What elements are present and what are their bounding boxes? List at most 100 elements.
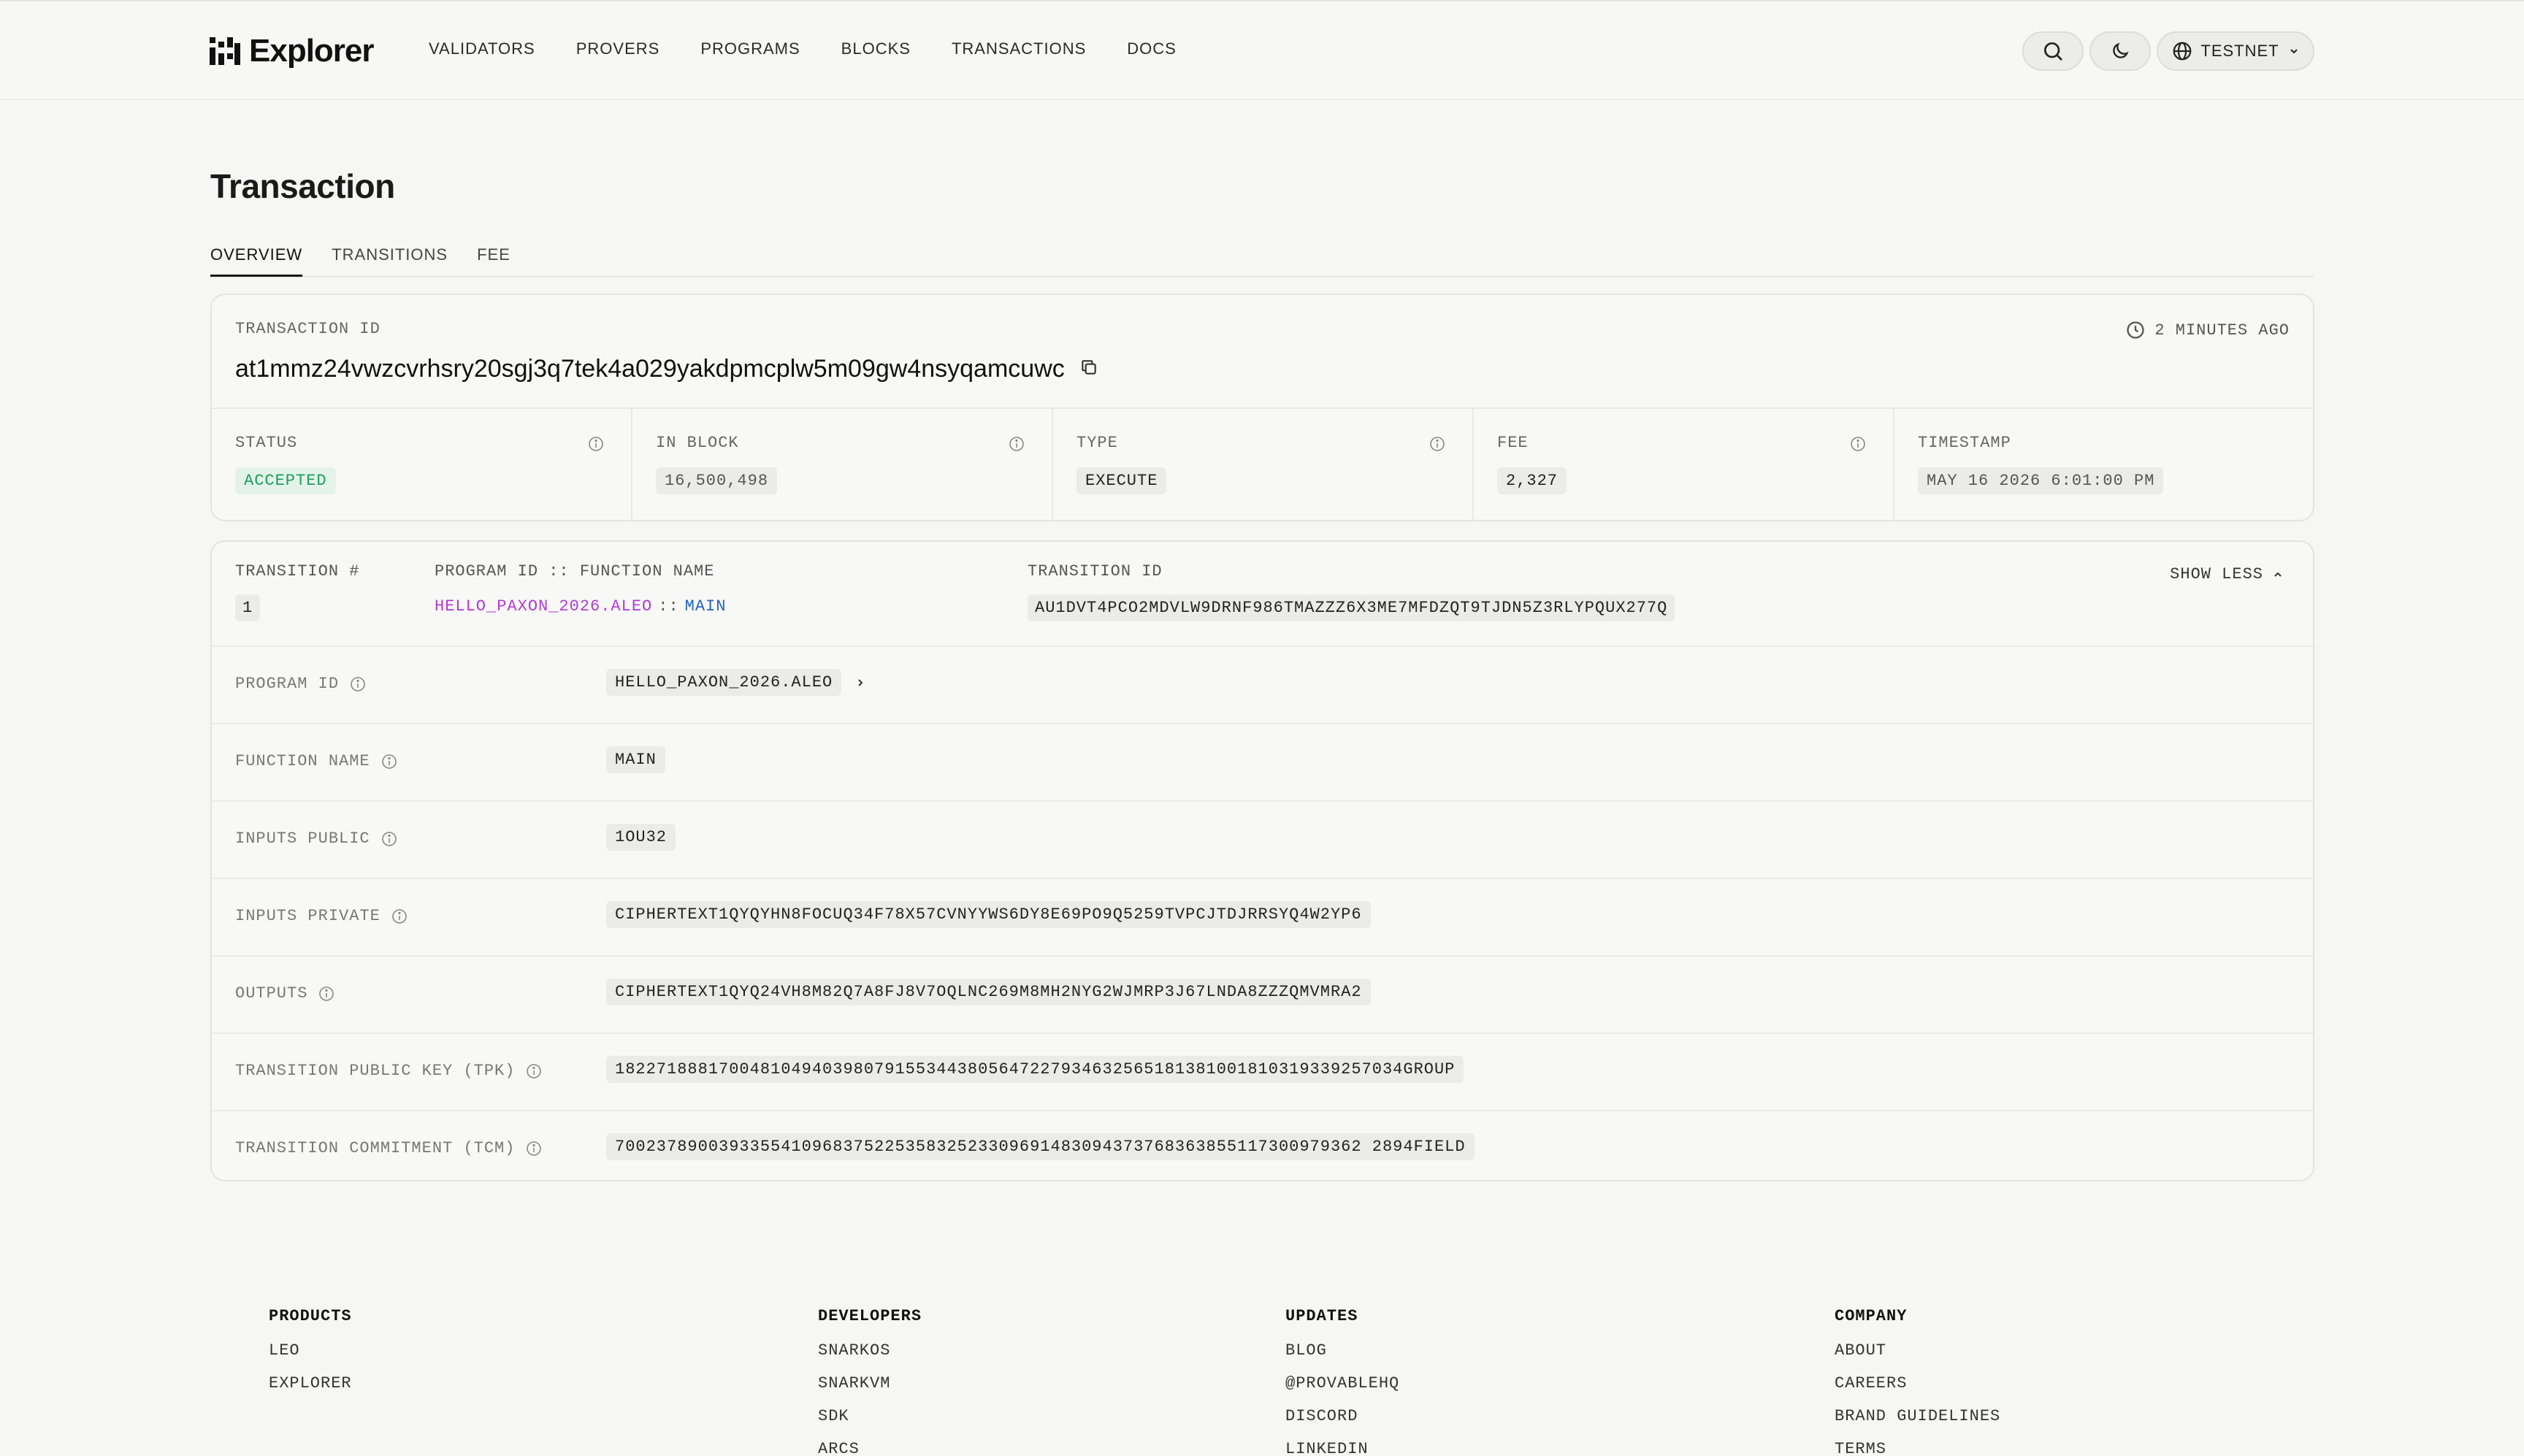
detail-value: CIPHERTEXT1QYQYHN8FOCUQ34F78X57CVNYYWS6D… bbox=[606, 901, 1371, 928]
footer-heading: UPDATES bbox=[1285, 1307, 1358, 1325]
footer-link[interactable]: SNARKVM bbox=[818, 1374, 922, 1392]
show-less-label: SHOW LESS bbox=[2170, 565, 2263, 583]
tab-overview[interactable]: OVERVIEW bbox=[210, 245, 303, 277]
stat-label: TYPE bbox=[1076, 434, 1118, 452]
detail-row-program-id: PROGRAM ID HELLO_PAXON_2026.ALEO bbox=[212, 647, 2313, 724]
detail-row-inputs-public: INPUTS PUBLIC 1OU32 bbox=[212, 802, 2313, 879]
chevron-up-icon bbox=[2274, 572, 2282, 577]
footer-link[interactable]: EXPLORER bbox=[269, 1374, 352, 1392]
type-badge: EXECUTE bbox=[1076, 467, 1167, 494]
info-icon[interactable] bbox=[349, 675, 367, 693]
detail-label: PROGRAM ID bbox=[235, 675, 367, 693]
transaction-summary-card: TRANSACTION ID at1mmz24vwzcvrhsry20sgj3q… bbox=[210, 294, 2314, 521]
footer-heading: COMPANY bbox=[1835, 1307, 1908, 1325]
search-icon bbox=[2044, 42, 2062, 61]
show-less-toggle[interactable]: SHOW LESS bbox=[2170, 565, 2284, 583]
detail-value: 7002378900393355410968375225358325233096… bbox=[606, 1133, 1475, 1160]
detail-label: TRANSITION PUBLIC KEY (TPK) bbox=[235, 1062, 543, 1080]
timestamp-value: MAY 16 2026 6:01:00 PM bbox=[1918, 467, 2164, 494]
moon-icon bbox=[2113, 42, 2129, 58]
footer-heading: DEVELOPERS bbox=[818, 1307, 922, 1325]
footer-column-company: COMPANY ABOUT CAREERS BRAND GUIDELINES T… bbox=[1835, 1307, 2000, 1456]
stat-label: FEE bbox=[1497, 434, 1529, 452]
info-icon[interactable] bbox=[380, 830, 398, 848]
nav-provers[interactable]: PROVERS bbox=[576, 39, 660, 58]
page-title: Transaction bbox=[210, 167, 395, 205]
stat-timestamp: TIMESTAMP MAY 16 2026 6:01:00 PM bbox=[1894, 409, 2313, 521]
detail-label-text: OUTPUTS bbox=[235, 984, 308, 1003]
detail-row-tpk: TRANSITION PUBLIC KEY (TPK) 182271888170… bbox=[212, 1034, 2313, 1111]
footer-link[interactable]: CAREERS bbox=[1835, 1374, 2000, 1392]
chevron-right-icon[interactable] bbox=[854, 677, 866, 689]
detail-row-tcm: TRANSITION COMMITMENT (TCM) 700237890039… bbox=[212, 1111, 2313, 1181]
footer-link[interactable]: ABOUT bbox=[1835, 1341, 2000, 1360]
block-height-link[interactable]: 16,500,498 bbox=[656, 467, 778, 494]
info-icon[interactable] bbox=[587, 435, 605, 453]
footer-column-products: PRODUCTS LEO EXPLORER bbox=[269, 1307, 352, 1407]
transaction-id-value: at1mmz24vwzcvrhsry20sgj3q7tek4a029yakdpm… bbox=[235, 355, 1065, 383]
explorer-logo[interactable]: Explorer bbox=[210, 33, 375, 69]
time-ago: 2 MINUTES AGO bbox=[2125, 320, 2290, 340]
detail-row-function-name: FUNCTION NAME MAIN bbox=[212, 724, 2313, 802]
info-icon[interactable] bbox=[391, 908, 408, 925]
program-function: HELLO_PAXON_2026.ALEO:: MAIN bbox=[435, 597, 726, 616]
info-icon[interactable] bbox=[318, 985, 335, 1003]
tab-fee[interactable]: FEE bbox=[477, 245, 510, 277]
footer-column-updates: UPDATES BLOG @PROVABLEHQ DISCORD LINKEDI… bbox=[1285, 1307, 1399, 1456]
program-id-value[interactable]: HELLO_PAXON_2026.ALEO bbox=[606, 669, 842, 696]
info-icon[interactable] bbox=[380, 753, 398, 770]
stat-status: STATUS ACCEPTED bbox=[212, 409, 632, 521]
tab-transitions[interactable]: TRANSITIONS bbox=[332, 245, 448, 277]
transition-card: TRANSITION # PROGRAM ID :: FUNCTION NAME… bbox=[210, 540, 2314, 1181]
info-icon[interactable] bbox=[525, 1140, 543, 1157]
detail-label-text: TRANSITION COMMITMENT (TCM) bbox=[235, 1139, 516, 1157]
tab-bar: OVERVIEW TRANSITIONS FEE bbox=[210, 245, 540, 277]
tpk-value: 1822718881700481049403980791553443805647… bbox=[606, 1056, 1464, 1083]
footer-link[interactable]: BRAND GUIDELINES bbox=[1835, 1407, 2000, 1425]
globe-icon bbox=[2173, 42, 2192, 61]
info-icon[interactable] bbox=[1008, 435, 1025, 453]
footer-link[interactable]: TERMS bbox=[1835, 1440, 2000, 1456]
info-icon[interactable] bbox=[525, 1062, 543, 1080]
theme-toggle-button[interactable] bbox=[2089, 31, 2151, 71]
nav-programs[interactable]: PROGRAMS bbox=[700, 39, 800, 58]
transition-number: 1 bbox=[235, 594, 261, 621]
detail-value: CIPHERTEXT1QYQ24VH8M82Q7A8FJ8V7OQLNC269M… bbox=[606, 978, 1371, 1005]
info-icon[interactable] bbox=[1849, 435, 1867, 453]
chevron-down-icon bbox=[2290, 49, 2298, 54]
info-icon[interactable] bbox=[1429, 435, 1446, 453]
footer-link[interactable]: BLOG bbox=[1285, 1341, 1399, 1360]
detail-label-text: INPUTS PUBLIC bbox=[235, 829, 370, 848]
footer-link[interactable]: DISCORD bbox=[1285, 1407, 1399, 1425]
program-link[interactable]: HELLO_PAXON_2026.ALEO bbox=[435, 597, 652, 616]
copy-icon[interactable] bbox=[1079, 358, 1098, 377]
nav-transactions[interactable]: TRANSACTIONS bbox=[952, 39, 1086, 58]
col-transition-id: TRANSITION ID bbox=[1028, 562, 1163, 581]
detail-label: FUNCTION NAME bbox=[235, 752, 398, 770]
footer-link[interactable]: @PROVABLEHQ bbox=[1285, 1374, 1399, 1392]
footer-link[interactable]: SNARKOS bbox=[818, 1341, 922, 1360]
footer-link[interactable]: SDK bbox=[818, 1407, 922, 1425]
function-link[interactable]: MAIN bbox=[685, 597, 727, 616]
footer-link[interactable]: LEO bbox=[269, 1341, 352, 1360]
inputs-private-value: CIPHERTEXT1QYQYHN8FOCUQ34F78X57CVNYYWS6D… bbox=[606, 901, 1371, 928]
clock-icon bbox=[2127, 321, 2145, 339]
nav-docs[interactable]: DOCS bbox=[1127, 39, 1177, 58]
network-selector[interactable]: TESTNET bbox=[2157, 31, 2314, 71]
detail-value[interactable]: HELLO_PAXON_2026.ALEO bbox=[606, 669, 866, 696]
footer-link[interactable]: ARCS bbox=[818, 1440, 922, 1456]
stat-in-block: IN BLOCK 16,500,498 bbox=[632, 409, 1053, 521]
detail-label-text: PROGRAM ID bbox=[235, 675, 340, 693]
tcm-value: 7002378900393355410968375225358325233096… bbox=[606, 1133, 1475, 1160]
stat-label: IN BLOCK bbox=[656, 434, 739, 452]
detail-label: INPUTS PRIVATE bbox=[235, 907, 408, 925]
footer-link[interactable]: LINKEDIN bbox=[1285, 1440, 1399, 1456]
function-name-value: MAIN bbox=[606, 746, 665, 773]
separator: :: bbox=[658, 597, 679, 616]
search-button[interactable] bbox=[2022, 31, 2084, 71]
col-transition-number: TRANSITION # bbox=[235, 562, 360, 581]
detail-label-text: TRANSITION PUBLIC KEY (TPK) bbox=[235, 1062, 516, 1080]
nav-validators[interactable]: VALIDATORS bbox=[429, 39, 535, 58]
transition-id-value[interactable]: AU1DVT4PCO2MDVLW9DRNF986TMAZZZ6X3ME7MFDZ… bbox=[1028, 594, 1675, 621]
nav-blocks[interactable]: BLOCKS bbox=[841, 39, 911, 58]
